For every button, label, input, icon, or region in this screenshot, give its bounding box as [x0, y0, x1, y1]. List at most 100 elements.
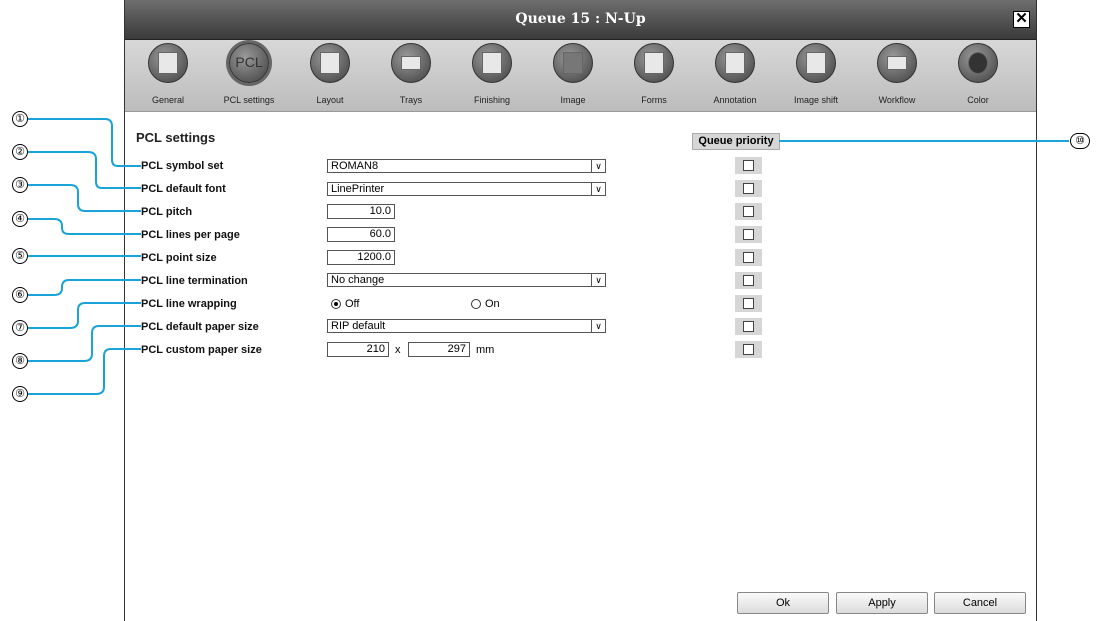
point-size-input[interactable]: 1200.0	[327, 250, 395, 265]
callout-3: ③	[12, 177, 28, 193]
callout-5: ⑤	[12, 248, 28, 264]
pitch-label: PCL pitch	[141, 206, 193, 218]
priority-cell	[735, 226, 762, 243]
chevron-down-icon: ∨	[591, 274, 605, 286]
priority-line-wrapping-checkbox[interactable]	[743, 298, 754, 309]
priority-cell	[735, 180, 762, 197]
priority-lines-per-page-checkbox[interactable]	[743, 229, 754, 240]
forms-icon	[634, 43, 674, 83]
line-wrapping-on-label: On	[485, 298, 500, 310]
cancel-button[interactable]: Cancel	[934, 592, 1026, 614]
default-font-select[interactable]: LinePrinter ∨	[327, 182, 606, 196]
queue-priority-header: Queue priority	[692, 133, 780, 150]
tab-trays[interactable]: Trays	[371, 40, 451, 111]
tab-workflow[interactable]: Workflow	[857, 40, 937, 111]
priority-symbol-set-checkbox[interactable]	[743, 160, 754, 171]
image-icon	[553, 43, 593, 83]
callout-1: ①	[12, 111, 28, 127]
custom-paper-width-input[interactable]: 210	[327, 342, 389, 357]
callout-2: ②	[12, 144, 28, 160]
trays-icon	[391, 43, 431, 83]
page-title: PCL settings	[136, 130, 216, 145]
default-paper-size-select[interactable]: RIP default ∨	[327, 319, 606, 333]
tab-label: Layout	[316, 95, 344, 105]
tab-label: Image shift	[793, 95, 839, 105]
tab-layout[interactable]: Layout	[290, 40, 370, 111]
tab-image-shift[interactable]: Image shift	[776, 40, 856, 111]
tab-label: Annotation	[713, 95, 757, 105]
priority-cell	[735, 295, 762, 312]
default-paper-size-label: PCL default paper size	[141, 321, 259, 333]
priority-default-paper-size-checkbox[interactable]	[743, 321, 754, 332]
annotation-icon	[715, 43, 755, 83]
lines-per-page-label: PCL lines per page	[141, 229, 240, 241]
tab-label: Image	[560, 95, 586, 105]
tab-general[interactable]: General	[128, 40, 208, 111]
callout-4: ④	[12, 211, 28, 227]
color-icon	[958, 43, 998, 83]
line-wrapping-on-radio[interactable]	[471, 299, 481, 309]
priority-pitch-checkbox[interactable]	[743, 206, 754, 217]
settings-panel: PCL settings Queue priority PCL symbol s…	[125, 112, 1036, 621]
line-termination-label: PCL line termination	[141, 275, 248, 287]
layout-icon	[310, 43, 350, 83]
lines-per-page-input[interactable]: 60.0	[327, 227, 395, 242]
priority-line-termination-checkbox[interactable]	[743, 275, 754, 286]
tab-annotation[interactable]: Annotation	[695, 40, 775, 111]
priority-cell	[735, 341, 762, 358]
priority-cell	[735, 157, 762, 174]
chevron-down-icon: ∨	[591, 183, 605, 195]
priority-cell	[735, 272, 762, 289]
tab-label: PCL settings	[223, 95, 275, 105]
custom-paper-height-input[interactable]: 297	[408, 342, 470, 357]
dialog-window: Queue 15 : N-Up ✕ General PCL PCL settin…	[124, 0, 1037, 621]
tab-label: Forms	[641, 95, 667, 105]
pitch-input[interactable]: 10.0	[327, 204, 395, 219]
symbol-set-select[interactable]: ROMAN8 ∨	[327, 159, 606, 173]
chevron-down-icon: ∨	[591, 160, 605, 172]
line-wrapping-label: PCL line wrapping	[141, 298, 237, 310]
tab-label: Trays	[399, 95, 423, 105]
point-size-label: PCL point size	[141, 252, 217, 264]
tab-forms[interactable]: Forms	[614, 40, 694, 111]
tab-label: Color	[967, 95, 989, 105]
callout-10: ⑩	[1070, 133, 1090, 149]
tab-finishing[interactable]: Finishing	[452, 40, 532, 111]
pcl-settings-icon: PCL	[229, 43, 269, 83]
size-separator: x	[395, 344, 401, 356]
priority-custom-paper-size-checkbox[interactable]	[743, 344, 754, 355]
window-title: Queue 15 : N-Up	[515, 11, 646, 27]
chevron-down-icon: ∨	[591, 320, 605, 332]
tab-label: Finishing	[473, 95, 511, 105]
line-wrapping-off-label: Off	[345, 298, 360, 310]
tab-color[interactable]: Color	[938, 40, 1018, 111]
image-shift-icon	[796, 43, 836, 83]
priority-cell	[735, 203, 762, 220]
size-unit: mm	[476, 344, 495, 356]
priority-cell	[735, 249, 762, 266]
title-bar: Queue 15 : N-Up ✕	[125, 0, 1036, 40]
custom-paper-size-label: PCL custom paper size	[141, 344, 262, 356]
priority-cell	[735, 318, 762, 335]
priority-default-font-checkbox[interactable]	[743, 183, 754, 194]
finishing-icon	[472, 43, 512, 83]
tab-label: General	[151, 95, 185, 105]
apply-button[interactable]: Apply	[836, 592, 928, 614]
default-font-label: PCL default font	[141, 183, 226, 195]
tab-label: Workflow	[878, 95, 916, 105]
close-icon[interactable]: ✕	[1013, 11, 1030, 28]
general-icon	[148, 43, 188, 83]
tab-image[interactable]: Image	[533, 40, 613, 111]
line-termination-select[interactable]: No change ∨	[327, 273, 606, 287]
callout-9: ⑨	[12, 386, 28, 402]
callout-6: ⑥	[12, 287, 28, 303]
ok-button[interactable]: Ok	[737, 592, 829, 614]
line-wrapping-off-radio[interactable]	[331, 299, 341, 309]
callout-7: ⑦	[12, 320, 28, 336]
priority-point-size-checkbox[interactable]	[743, 252, 754, 263]
symbol-set-label: PCL symbol set	[141, 160, 224, 172]
workflow-icon	[877, 43, 917, 83]
callout-8: ⑧	[12, 353, 28, 369]
category-toolbar: General PCL PCL settings Layout Trays Fi…	[125, 40, 1036, 112]
tab-pcl-settings[interactable]: PCL PCL settings	[209, 40, 289, 111]
